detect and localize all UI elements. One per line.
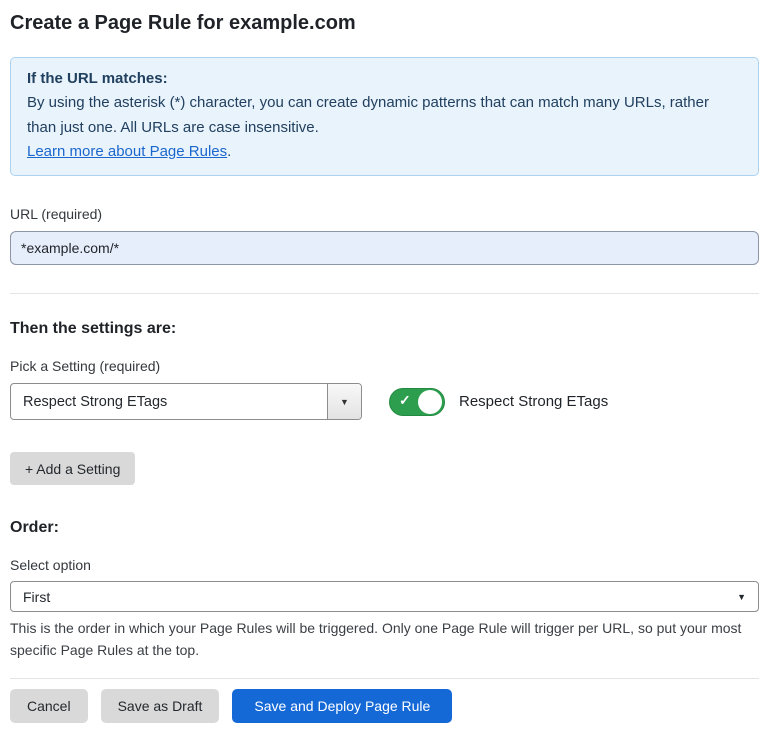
page-title: Create a Page Rule for example.com bbox=[10, 12, 759, 35]
learn-more-link[interactable]: Learn more about Page Rules bbox=[27, 143, 227, 160]
add-setting-button[interactable]: + Add a Setting bbox=[10, 452, 135, 485]
page-rule-form: Create a Page Rule for example.com If th… bbox=[0, 0, 769, 735]
link-suffix: . bbox=[227, 143, 231, 160]
toggle-knob bbox=[418, 390, 442, 414]
form-actions: Cancel Save as Draft Save and Deploy Pag… bbox=[10, 689, 759, 735]
info-box-heading: If the URL matches: bbox=[27, 67, 742, 91]
setting-select[interactable]: Respect Strong ETags ▼ bbox=[10, 383, 362, 420]
setting-select-arrow-button[interactable]: ▼ bbox=[327, 384, 361, 419]
footer-divider bbox=[10, 678, 759, 679]
etags-toggle[interactable]: ✓ bbox=[389, 388, 445, 416]
cancel-button[interactable]: Cancel bbox=[10, 689, 88, 723]
save-deploy-button[interactable]: Save and Deploy Page Rule bbox=[232, 689, 452, 723]
info-box-link-line: Learn more about Page Rules. bbox=[27, 140, 742, 164]
check-icon: ✓ bbox=[399, 392, 411, 409]
url-label: URL (required) bbox=[10, 206, 759, 222]
etags-toggle-wrap: ✓ Respect Strong ETags bbox=[389, 388, 608, 416]
pick-setting-label: Pick a Setting (required) bbox=[10, 358, 759, 374]
order-select-label: Select option bbox=[10, 557, 759, 573]
order-help-text: This is the order in which your Page Rul… bbox=[10, 618, 759, 661]
setting-row: Respect Strong ETags ▼ ✓ Respect Strong … bbox=[10, 383, 759, 420]
save-draft-button[interactable]: Save as Draft bbox=[101, 689, 220, 723]
url-match-info-box: If the URL matches: By using the asteris… bbox=[10, 57, 759, 176]
order-select[interactable]: First ▼ bbox=[10, 581, 759, 612]
order-select-value: First bbox=[23, 589, 50, 605]
settings-heading: Then the settings are: bbox=[10, 320, 759, 338]
dropdown-arrow-icon: ▼ bbox=[340, 397, 349, 407]
chevron-down-icon: ▼ bbox=[737, 592, 746, 602]
info-box-body: By using the asterisk (*) character, you… bbox=[27, 91, 742, 140]
etags-toggle-label: Respect Strong ETags bbox=[459, 393, 608, 410]
order-heading: Order: bbox=[10, 519, 759, 537]
setting-select-value: Respect Strong ETags bbox=[11, 384, 327, 419]
url-input[interactable] bbox=[10, 231, 759, 265]
section-divider bbox=[10, 293, 759, 294]
